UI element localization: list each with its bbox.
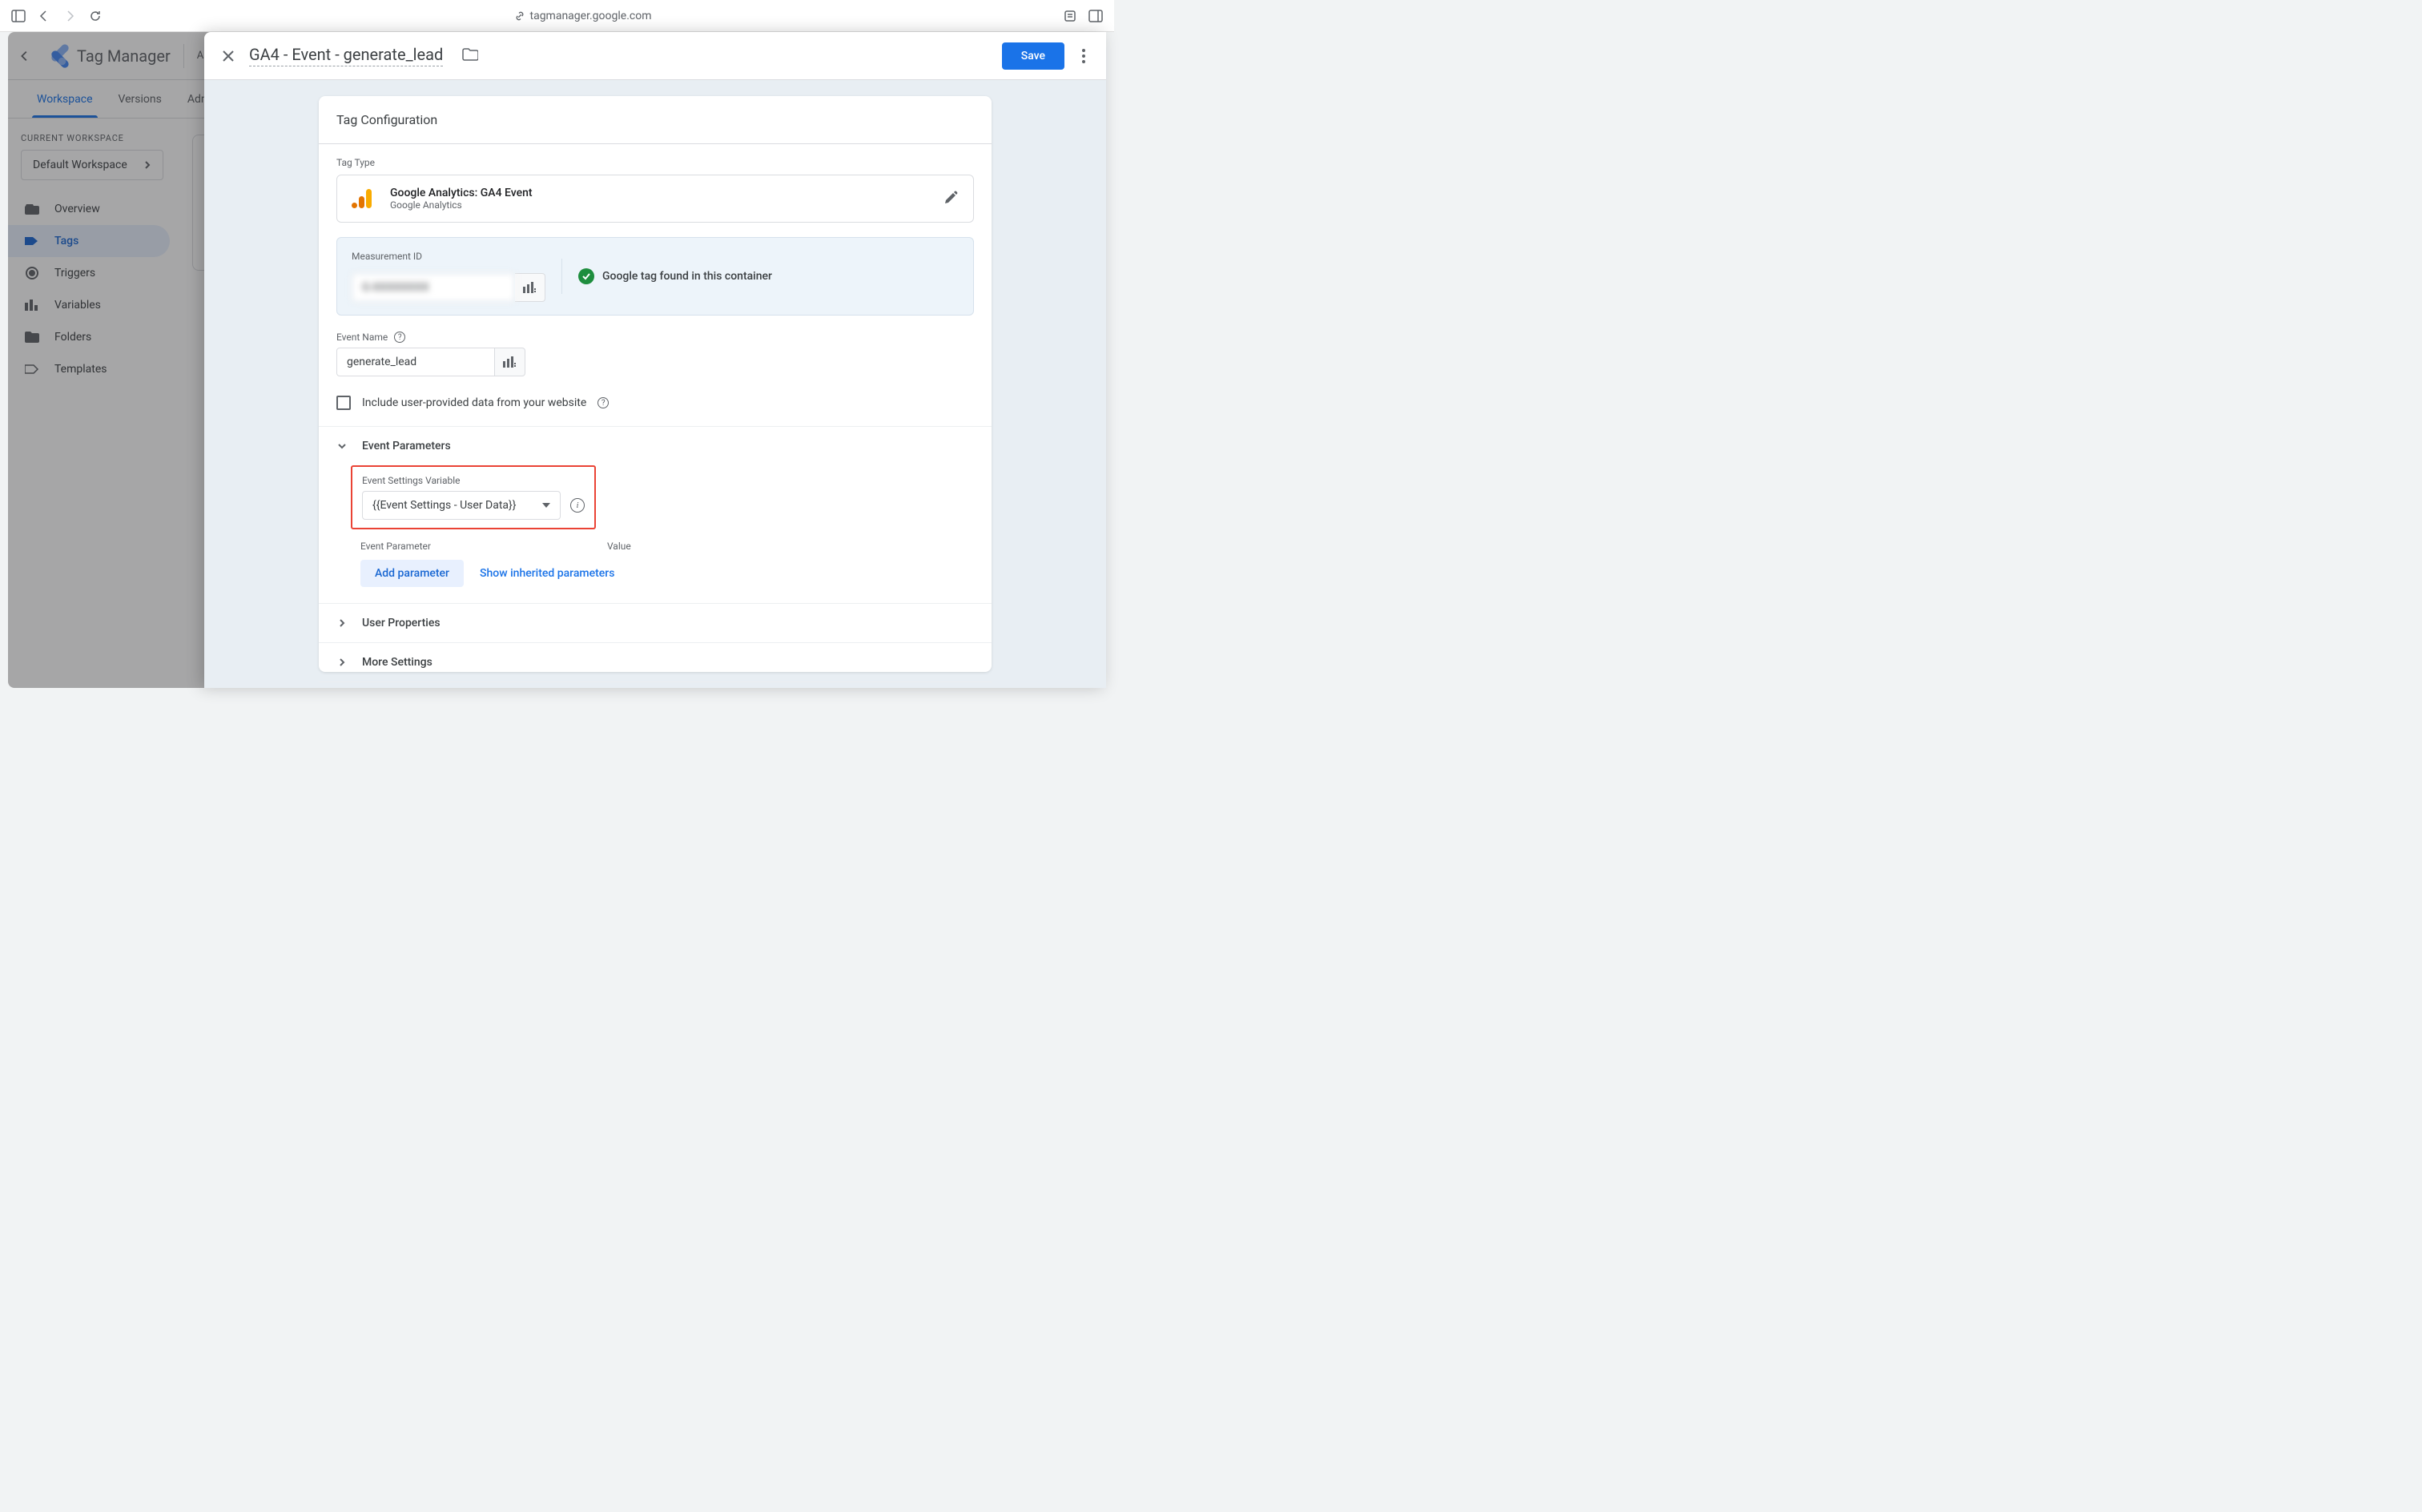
include-user-data-checkbox[interactable]: Include user-provided data from your web… — [336, 391, 974, 426]
event-settings-var-label: Event Settings Variable — [362, 475, 585, 486]
section-label: More Settings — [362, 656, 432, 669]
measurement-box: Measurement ID Google tag — [336, 237, 974, 316]
chevron-down-icon — [336, 440, 348, 452]
event-settings-dropdown[interactable]: {{Event Settings - User Data}} — [362, 491, 561, 520]
reader-icon[interactable] — [1063, 9, 1077, 23]
tag-type-sub: Google Analytics — [390, 199, 533, 211]
variable-picker-button[interactable] — [515, 273, 545, 302]
measurement-id-label: Measurement ID — [352, 251, 545, 262]
event-name-label: Event Name — [336, 332, 388, 343]
panel-header: GA4 - Event - generate_lead Save — [204, 32, 1106, 80]
folder-icon[interactable] — [462, 48, 478, 64]
panel-right-icon[interactable] — [1088, 9, 1103, 23]
dropdown-value: {{Event Settings - User Data}} — [372, 499, 517, 512]
checkbox-label: Include user-provided data from your web… — [362, 396, 586, 409]
chevron-down-icon — [542, 503, 550, 508]
tag-found-message: Google tag found in this container — [578, 268, 772, 284]
help-icon[interactable]: ? — [394, 332, 405, 343]
info-icon[interactable]: i — [570, 498, 585, 513]
event-name-input[interactable] — [336, 348, 495, 376]
value-header: Value — [607, 541, 631, 552]
highlighted-field: Event Settings Variable {{Event Settings… — [351, 465, 596, 529]
ga-icon — [352, 189, 374, 208]
tag-name-input[interactable]: GA4 - Event - generate_lead — [249, 45, 443, 66]
measurement-id-input[interactable] — [352, 273, 515, 302]
config-card-title: Tag Configuration — [319, 96, 992, 144]
event-parameters-section[interactable]: Event Parameters — [319, 427, 992, 465]
help-icon[interactable]: ? — [597, 397, 609, 408]
more-settings-section[interactable]: More Settings — [319, 643, 992, 682]
chevron-right-icon — [336, 657, 348, 668]
tag-type-label: Tag Type — [336, 157, 974, 168]
tag-type-main: Google Analytics: GA4 Event — [390, 187, 533, 199]
forward-icon — [62, 9, 77, 23]
tag-editor-panel: GA4 - Event - generate_lead Save Tag Con… — [204, 32, 1106, 688]
found-text: Google tag found in this container — [602, 270, 772, 283]
variable-picker-button[interactable] — [495, 348, 525, 376]
checkmark-icon — [578, 268, 594, 284]
browser-chrome: tagmanager.google.com — [0, 0, 1114, 32]
divider — [561, 259, 562, 294]
user-properties-section[interactable]: User Properties — [319, 604, 992, 642]
show-inherited-link[interactable]: Show inherited parameters — [480, 567, 614, 580]
back-icon[interactable] — [37, 9, 51, 23]
section-label: Event Parameters — [362, 440, 451, 452]
close-icon[interactable] — [220, 48, 236, 64]
event-param-header: Event Parameter — [360, 541, 431, 552]
advanced-settings-section[interactable]: Advanced Settings — [319, 682, 992, 688]
reload-icon[interactable] — [88, 9, 103, 23]
checkbox-icon — [336, 396, 351, 410]
url-text: tagmanager.google.com — [530, 10, 652, 22]
link-icon — [514, 10, 525, 22]
section-label: User Properties — [362, 617, 441, 629]
panel-body: Tag Configuration Tag Type Google Analyt… — [204, 80, 1106, 688]
tag-config-card: Tag Configuration Tag Type Google Analyt… — [319, 96, 992, 672]
tag-type-selector[interactable]: Google Analytics: GA4 Event Google Analy… — [336, 175, 974, 223]
edit-icon[interactable] — [944, 190, 959, 207]
sidebar-toggle-icon[interactable] — [11, 9, 26, 23]
url-bar[interactable]: tagmanager.google.com — [114, 10, 1052, 22]
add-parameter-button[interactable]: Add parameter — [360, 560, 464, 587]
save-button[interactable]: Save — [1002, 42, 1064, 70]
chevron-right-icon — [336, 617, 348, 629]
more-menu-icon[interactable] — [1077, 44, 1090, 68]
